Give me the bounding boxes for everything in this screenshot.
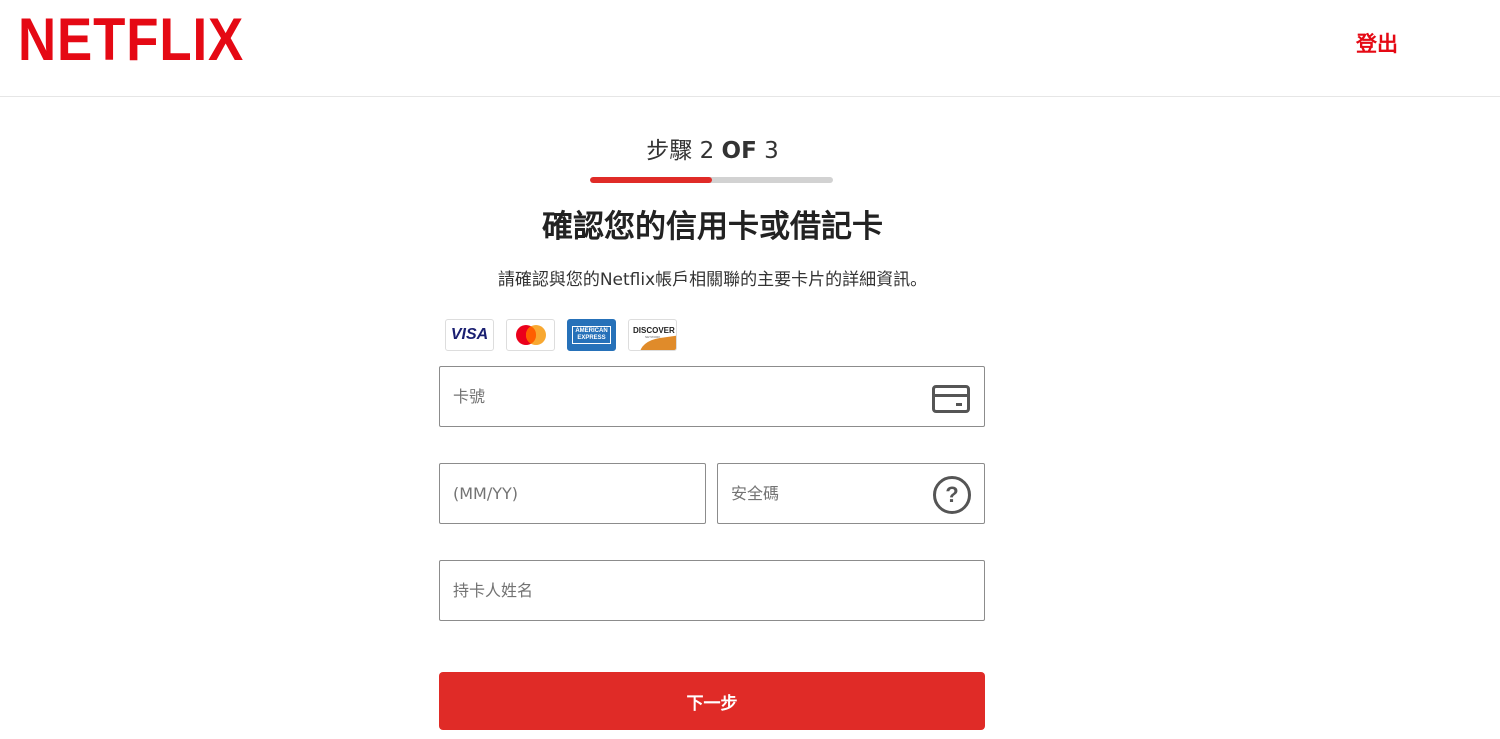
mastercard-logo [506,319,555,351]
page-subtitle: 請確認與您的Netflix帳戶相關聯的主要卡片的詳細資訊。 [497,270,928,290]
header: NETFLIX 登出 [0,0,1500,97]
main-content: 步驟 2 OF 3 確認您的信用卡或借記卡 請確認與您的Netflix帳戶相關聯… [0,97,1500,739]
amex-logo: AMERICAN EXPRESS [567,319,616,351]
amex-logo-line2: EXPRESS [577,335,606,341]
amex-logo-box: AMERICAN EXPRESS [572,326,611,344]
visa-logo-text: VISA [450,326,489,343]
step-of: OF [721,138,757,164]
cardholder-name-field[interactable] [439,560,985,621]
card-logos: VISA AMERICAN EXPRESS DISCOVER NETWORK [445,319,677,351]
visa-logo: VISA [445,319,494,351]
card-number-input[interactable] [440,367,984,426]
netflix-logo[interactable]: NETFLIX [18,8,244,72]
next-button[interactable]: 下一步 [439,672,985,730]
expiry-input[interactable] [440,464,705,523]
question-circle-icon[interactable]: ? [933,476,971,514]
credit-card-icon-stripe [935,394,967,397]
step-current: 2 [699,138,715,164]
signout-link[interactable]: 登出 [1356,28,1398,58]
mastercard-circles-icon [515,325,546,345]
discover-logo: DISCOVER NETWORK [628,319,677,351]
discover-logo-text: DISCOVER [633,325,675,335]
step-prefix: 步驟 [646,138,693,164]
card-number-field[interactable] [439,366,985,427]
progress-bar-fill [590,177,712,183]
credit-card-icon [932,385,970,413]
expiry-field[interactable] [439,463,706,524]
security-code-field[interactable]: ? [717,463,985,524]
page-title: 確認您的信用卡或借記卡 [542,209,883,245]
step-total: 3 [764,138,779,164]
progress-bar [590,177,833,183]
cardholder-name-input[interactable] [440,561,984,620]
step-indicator: 步驟 2 OF 3 [0,137,1425,165]
credit-card-icon-chip [956,403,962,406]
amex-logo-line1: AMERICAN [575,328,608,334]
